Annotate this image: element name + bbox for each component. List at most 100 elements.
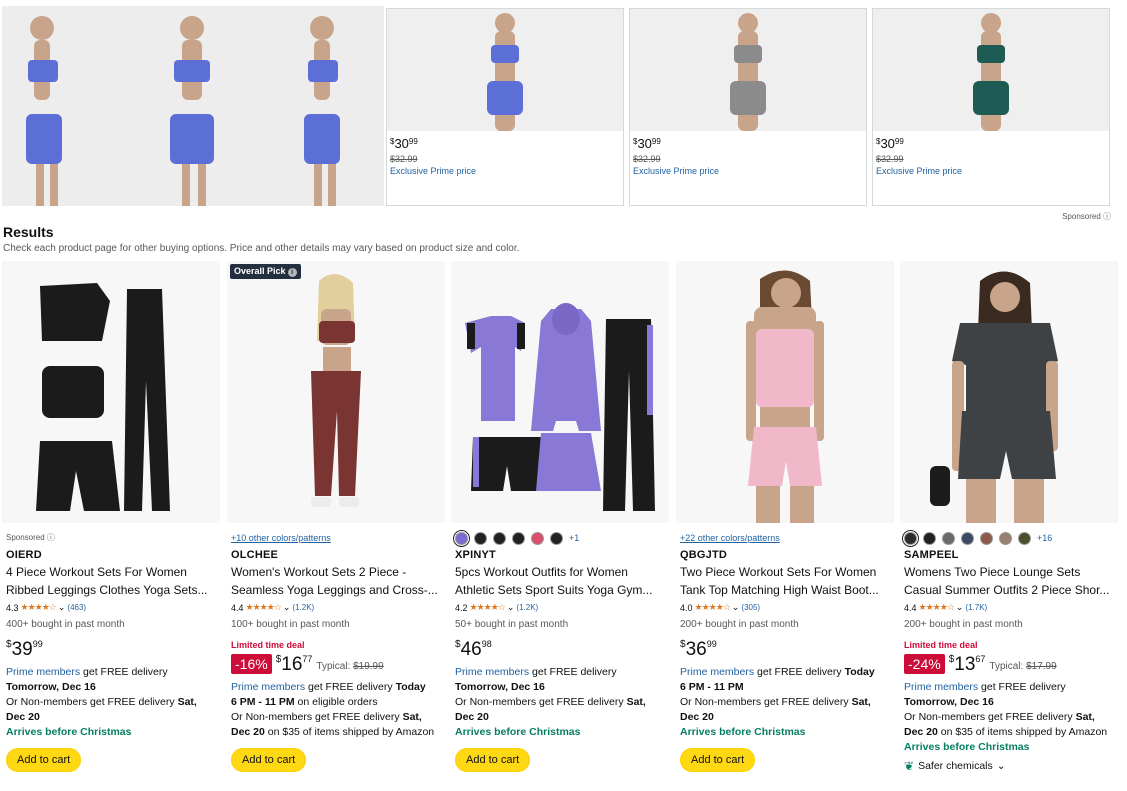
star-rating-icon[interactable]: ★★★★☆: [919, 602, 955, 613]
color-swatch[interactable]: [942, 531, 955, 545]
rating-count[interactable]: (1.2K): [292, 603, 314, 612]
banner-product-image[interactable]: [873, 9, 1109, 131]
results-subheading: Check each product page for other buying…: [3, 243, 520, 254]
sponsored-label[interactable]: Sponsored ⓘ: [6, 531, 218, 545]
add-to-cart-button[interactable]: Add to cart: [455, 748, 531, 772]
product-title-line[interactable]: Women's Workout Sets 2 Piece -: [231, 563, 441, 581]
price-row[interactable]: $4698: [455, 640, 667, 660]
prime-members-link[interactable]: Prime members: [904, 681, 978, 693]
prime-members-link[interactable]: Prime members: [6, 666, 80, 678]
add-to-cart-button[interactable]: Add to cart: [680, 748, 756, 772]
color-swatch[interactable]: [904, 531, 917, 545]
star-rating-icon[interactable]: ★★★★☆: [470, 602, 506, 613]
banner-product-card[interactable]: $3099 $32.99 Exclusive Prime price: [872, 8, 1110, 206]
star-rating-icon[interactable]: ★★★★☆: [695, 602, 731, 613]
overall-pick-badge[interactable]: Overall Pick i: [230, 264, 301, 279]
product-title-line[interactable]: Seamless Yoga Leggings and Cross-...: [231, 581, 441, 599]
prime-members-link[interactable]: Prime members: [455, 666, 529, 678]
rating-count[interactable]: (463): [67, 603, 86, 612]
banner-hero-image[interactable]: [2, 6, 384, 206]
product-brand: XPINYT: [455, 549, 496, 561]
rating-count[interactable]: (1.2K): [516, 603, 538, 612]
arrives-before-christmas: Arrives before Christmas: [6, 726, 132, 738]
other-colors-link[interactable]: +10 other colors/patterns: [231, 531, 443, 545]
add-to-cart-button[interactable]: Add to cart: [231, 748, 307, 772]
rating-count[interactable]: (1.7K): [965, 603, 987, 612]
product-rating[interactable]: 4.0 ★★★★☆ ⌄ (305): [680, 602, 892, 613]
color-swatch[interactable]: [1018, 531, 1031, 545]
product-title[interactable]: Womens Two Piece Lounge Sets Casual Summ…: [904, 563, 1116, 599]
price-row[interactable]: -16% $1677 Typical: $19.99: [231, 654, 443, 674]
add-to-cart-button[interactable]: Add to cart: [6, 748, 82, 772]
info-icon[interactable]: i: [287, 268, 297, 277]
banner-product-card[interactable]: $3099 $32.99 Exclusive Prime price: [386, 8, 624, 206]
price-row[interactable]: $3699: [680, 640, 892, 660]
other-colors-link[interactable]: +22 other colors/patterns: [680, 531, 892, 545]
product-price[interactable]: $3999: [6, 640, 43, 660]
star-rating-icon[interactable]: ★★★★☆: [246, 602, 282, 613]
product-title-line[interactable]: Womens Two Piece Lounge Sets: [904, 563, 1114, 581]
product-title-line[interactable]: Casual Summer Outfits 2 Piece Shor...: [904, 581, 1114, 599]
product-title-line[interactable]: 4 Piece Workout Sets For Women: [6, 563, 216, 581]
banner-prime-price-label: Exclusive Prime price: [876, 166, 963, 176]
color-swatch[interactable]: [512, 531, 525, 545]
product-title-line[interactable]: Ribbed Leggings Clothes Yoga Sets...: [6, 581, 216, 599]
product-price[interactable]: $4698: [455, 640, 492, 660]
product-image[interactable]: [451, 261, 669, 523]
color-swatch[interactable]: [980, 531, 993, 545]
chevron-down-icon[interactable]: ⌄: [58, 602, 66, 613]
product-image[interactable]: [2, 261, 220, 523]
product-title-line[interactable]: 5pcs Workout Outfits for Women: [455, 563, 665, 581]
chevron-down-icon[interactable]: ⌄: [732, 602, 740, 613]
product-rating[interactable]: 4.4 ★★★★☆ ⌄ (1.7K): [904, 602, 1116, 613]
chevron-down-icon[interactable]: ⌄: [997, 760, 1006, 772]
color-swatch[interactable]: [999, 531, 1012, 545]
product-title-line[interactable]: Tank Top Matching High Waist Boot...: [680, 581, 890, 599]
product-rating[interactable]: 4.2 ★★★★☆ ⌄ (1.2K): [455, 602, 667, 613]
banner-product-image[interactable]: [630, 9, 866, 131]
product-title[interactable]: 4 Piece Workout Sets For Women Ribbed Le…: [6, 563, 218, 599]
bought-count: 200+ bought in past month: [904, 619, 1023, 630]
product-brand: SAMPEEL: [904, 549, 959, 561]
banner-product-image[interactable]: [387, 9, 623, 131]
delivery-info: Prime members get FREE delivery Tomorrow…: [904, 681, 1108, 738]
color-swatch[interactable]: [550, 531, 563, 545]
product-card: +16 SAMPEEL Womens Two Piece Lounge Sets…: [900, 261, 1118, 791]
product-price[interactable]: $3699: [680, 640, 717, 660]
chevron-down-icon[interactable]: ⌄: [956, 602, 964, 613]
product-price[interactable]: $1367: [949, 655, 986, 675]
star-rating-icon[interactable]: ★★★★☆: [21, 602, 57, 613]
color-swatch[interactable]: [455, 531, 468, 545]
safer-chemicals-badge[interactable]: ❦ Safer chemicals ⌄: [904, 759, 1116, 773]
banner-product-card[interactable]: $3099 $32.99 Exclusive Prime price: [629, 8, 867, 206]
color-swatch[interactable]: [493, 531, 506, 545]
prime-members-link[interactable]: Prime members: [231, 681, 305, 693]
product-title[interactable]: Two Piece Workout Sets For Women Tank To…: [680, 563, 892, 599]
product-rating[interactable]: 4.3 ★★★★☆ ⌄ (463): [6, 602, 218, 613]
color-swatch[interactable]: [474, 531, 487, 545]
more-colors-link[interactable]: +1: [569, 533, 579, 543]
product-image[interactable]: Overall Pick i: [227, 261, 445, 523]
product-brand: OIERD: [6, 549, 42, 561]
color-swatch[interactable]: [531, 531, 544, 545]
product-title-line[interactable]: Two Piece Workout Sets For Women: [680, 563, 890, 581]
color-swatch[interactable]: [961, 531, 974, 545]
product-title[interactable]: Women's Workout Sets 2 Piece - Seamless …: [231, 563, 443, 599]
color-swatch[interactable]: [923, 531, 936, 545]
chevron-down-icon[interactable]: ⌄: [507, 602, 515, 613]
banner-list-price: $32.99: [633, 154, 661, 164]
product-image[interactable]: [900, 261, 1118, 523]
product-rating[interactable]: 4.4 ★★★★☆ ⌄ (1.2K): [231, 602, 443, 613]
price-row[interactable]: -24% $1367 Typical: $17.99: [904, 654, 1116, 674]
product-image[interactable]: [676, 261, 894, 523]
more-colors-link[interactable]: +16: [1037, 533, 1052, 543]
banner-sponsored-label[interactable]: Sponsored ⓘ: [1062, 211, 1111, 222]
prime-members-link[interactable]: Prime members: [680, 666, 754, 678]
product-title[interactable]: 5pcs Workout Outfits for Women Athletic …: [455, 563, 667, 599]
product-price[interactable]: $1677: [276, 655, 313, 675]
product-title-line[interactable]: Athletic Sets Sport Suits Yoga Gym...: [455, 581, 665, 599]
product-card: Sponsored ⓘ OIERD 4 Piece Workout Sets F…: [2, 261, 220, 791]
price-row[interactable]: $3999: [6, 640, 218, 660]
rating-count[interactable]: (305): [741, 603, 760, 612]
chevron-down-icon[interactable]: ⌄: [283, 602, 291, 613]
